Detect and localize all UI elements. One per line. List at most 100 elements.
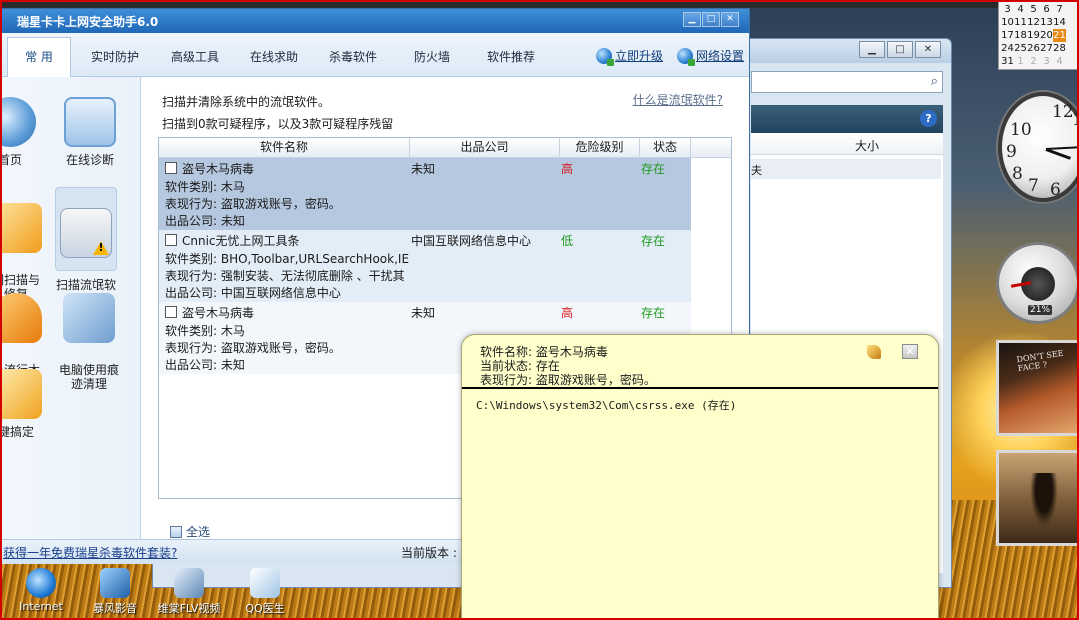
main-menu-bar: 常 用 实时防护 高级工具 在线求助 杀毒软件 防火墙 软件推荐 立即升级 网络… [1,33,749,77]
help-icon[interactable]: ? [920,110,937,127]
calendar-day: 25 [1014,43,1027,54]
promo-link[interactable]: 获得一年免费瑞星杀毒软件套装? [3,544,177,561]
clock-gadget[interactable]: 12 1 10 9 8 7 6 [998,88,1079,210]
column-software-name[interactable]: 软件名称 [159,138,410,158]
minimize-icon[interactable]: ▁ [683,12,701,27]
sidebar-item-one-click[interactable]: 键搞定 [1,369,51,439]
desktop-icon-label: 维棠FLV视频 [157,602,221,615]
maximize-icon[interactable]: □ [887,41,913,58]
row-status: 存在 [641,306,666,320]
sidebar-item-online-diagnose[interactable]: 在线诊断 [57,97,123,167]
calendar-day: 4 [1017,4,1024,15]
maximize-icon[interactable]: □ [702,12,720,27]
table-header: 软件名称 出品公司 危险级别 状态 [159,138,731,158]
background-row-text: 夫 [751,164,762,177]
upgrade-label: 立即升级 [615,49,664,63]
desktop-icon-flv[interactable]: 维棠FLV视频 [150,568,228,616]
what-is-rogue-link[interactable]: 什么是流氓软件? [633,91,723,108]
tab-advanced-tools[interactable]: 高级工具 [171,48,219,65]
diagnose-icon [64,97,116,147]
tab-antivirus[interactable]: 杀毒软件 [329,48,377,65]
select-all-checkbox[interactable]: 全选 [170,523,210,540]
calendar-day: 26 [1027,43,1040,54]
background-column-header[interactable]: 大小 [751,133,943,155]
calendar-day: 6 [1043,4,1050,15]
row-detail-category: 软件类别: 木马 [165,180,245,194]
app-titlebar[interactable]: 瑞星卡卡上网安全助手6.0 ▁ □ ✕ [1,9,749,33]
close-icon[interactable]: ✕ [915,41,941,58]
column-company[interactable]: 出品公司 [410,138,560,158]
sidebar-item-label: 键搞定 [1,425,34,439]
row-detail-category: 软件类别: 木马 [165,324,245,338]
table-row[interactable]: Cnnic无忧上网工具条 中国互联网络信息中心 低 存在 软件类别: BHO,T… [159,230,691,302]
cpu-meter-gadget[interactable]: 21% [996,242,1079,324]
calendar-day: 2 [1030,56,1037,67]
close-icon[interactable]: ✕ [721,12,739,27]
calendar-gadget[interactable]: 3 4 5 6 7 10 11 12 13 14 17 18 19 20 21 … [998,0,1078,70]
desktop-icon-internet[interactable]: Internet [2,568,80,613]
column-status[interactable]: 状态 [640,138,691,158]
network-settings-button[interactable]: 网络设置 [677,47,744,66]
table-row[interactable]: 盗号木马病毒 未知 高 存在 软件类别: 木马 表现行为: 盗取游戏账号，密码。… [159,158,691,230]
tab-online-help[interactable]: 在线求助 [250,48,298,65]
photo-tree[interactable] [996,450,1079,546]
calendar-day: 18 [1014,30,1027,41]
globe-upgrade-icon [596,47,614,66]
app-window-controls: ▁ □ ✕ [682,12,739,27]
column-size-label: 大小 [855,139,880,153]
kill-trojan-icon [1,293,42,343]
popup-behavior: 表现行为: 盗取游戏账号，密码。 [480,373,656,387]
calendar-day: 4 [1056,56,1063,67]
clock-number: 7 [1028,176,1039,196]
sidebar-item-scan-rogue[interactable]: 扫描流氓软 件 [55,187,117,306]
desktop-icon-storm-player[interactable]: 暴风影音 [76,568,154,616]
row-danger-level: 低 [561,234,574,248]
clean-trace-icon [63,293,115,343]
sidebar-item-label: 在线诊断 [65,153,114,167]
minimize-icon[interactable]: ▁ [859,41,885,58]
tab-realtime-protection[interactable]: 实时防护 [91,48,139,65]
search-icon[interactable]: ⌕ [931,74,938,89]
close-icon[interactable]: ✕ [902,344,918,359]
top-strip [0,0,1079,8]
sidebar: 首页 在线诊断 洞扫描与 修复 扫描流氓软 件 杀流行木 马 电脑使用痕 迹清理… [1,77,141,539]
column-danger-level[interactable]: 危险级别 [560,138,640,158]
row-checkbox[interactable] [165,162,177,174]
calendar-day [1066,16,1079,29]
row-status: 存在 [641,162,666,176]
sidebar-item-label: 电脑使用痕 迹清理 [58,363,119,391]
row-checkbox[interactable] [165,234,177,246]
photo-gadget[interactable]: DON'T SEE FACE ? [996,340,1079,436]
clock-face: 12 1 10 9 8 7 6 [998,92,1079,202]
upgrade-button[interactable]: 立即升级 [596,47,664,66]
tab-firewall[interactable]: 防火墙 [414,48,450,65]
sidebar-item-home[interactable]: 首页 [1,97,45,167]
row-checkbox[interactable] [165,306,177,318]
row-detail-category: 软件类别: BHO,Toolbar,URLSearchHook,IE右键 [165,252,409,266]
globe-network-icon [677,47,695,66]
background-header-band: ? [751,105,943,133]
desktop-icon-qq-doctor[interactable]: QQ医生 [226,568,304,616]
row-detail-company: 出品公司: 中国互联网络信息中心 [165,286,341,300]
clock-hour-hand [1045,148,1071,160]
row-detail-company: 出品公司: 未知 [165,358,245,372]
tab-common[interactable]: 常 用 [7,37,71,77]
calendar-day: 1 [1017,56,1024,67]
sidebar-item-clean-traces[interactable]: 电脑使用痕 迹清理 [55,279,123,391]
tab-recommended[interactable]: 软件推荐 [487,48,535,65]
row-software-name: 盗号木马病毒 [182,162,255,176]
home-icon [1,97,36,147]
clock-number: 9 [1006,142,1017,162]
calendar-day: 14 [1053,17,1066,28]
row-detail-behavior: 表现行为: 盗取游戏账号，密码。 [165,197,341,211]
calendar-day: 27 [1040,43,1053,54]
desktop-icon-label: QQ医生 [245,602,285,615]
background-search-input[interactable]: ⌕ [751,71,943,93]
checkbox-icon [170,525,182,538]
calendar-day [1066,42,1079,55]
row-detail-behavior: 表现行为: 盗取游戏账号，密码。 [165,341,341,355]
pin-icon[interactable] [867,345,881,359]
background-list-row[interactable]: 夫 [751,159,941,179]
row-company: 未知 [411,162,436,176]
detail-popup[interactable]: 软件名称: 盗号木马病毒 当前状态: 存在 表现行为: 盗取游戏账号，密码。 ✕… [461,334,939,620]
